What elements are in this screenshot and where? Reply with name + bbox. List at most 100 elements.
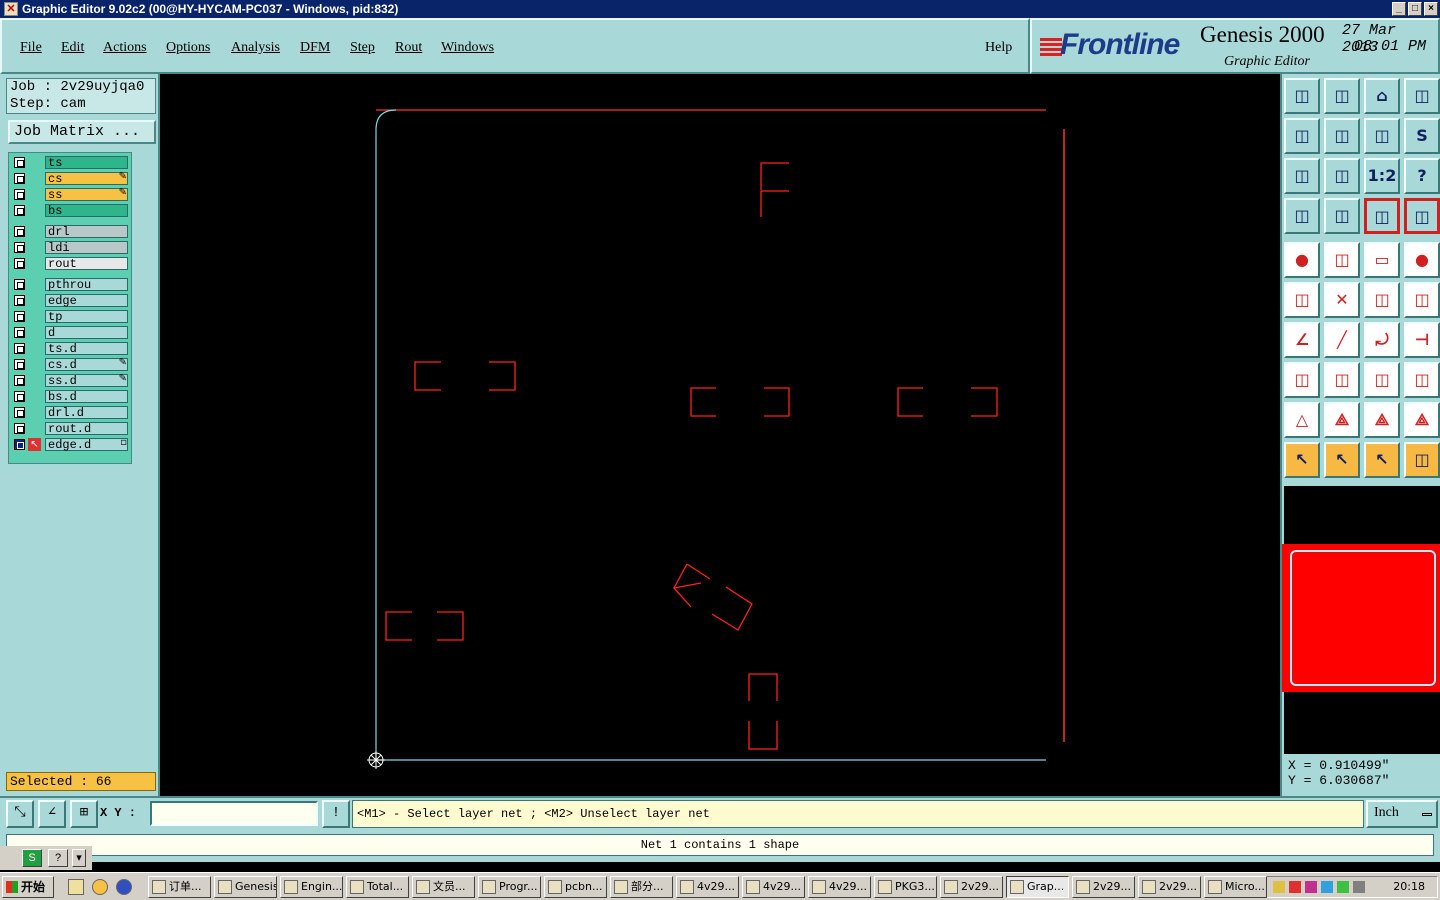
expand-icon[interactable]: ▾: [72, 849, 86, 867]
layer-checkbox[interactable]: [14, 375, 25, 386]
taskbar-item[interactable]: pcbn...: [544, 876, 607, 898]
taskbar-item[interactable]: 4v29...: [676, 876, 739, 898]
layer-checkbox[interactable]: [14, 279, 25, 290]
layer-row-bs-d[interactable]: bs.d: [11, 390, 129, 404]
triangle4-button[interactable]: ⟁: [1404, 402, 1440, 438]
taskbar-item[interactable]: Progr...: [478, 876, 541, 898]
layer-row-ss-d[interactable]: ss.d ✎: [11, 373, 129, 388]
diagonal-button[interactable]: ╱: [1324, 322, 1360, 358]
layer-row-ss[interactable]: ss ✎: [11, 187, 129, 202]
minimize-button[interactable]: _: [1392, 2, 1406, 16]
tray-triangle-icon[interactable]: [1289, 881, 1301, 893]
taskbar-item[interactable]: 文员...: [412, 876, 475, 898]
tray-pencil-icon[interactable]: [1273, 881, 1285, 893]
pointer-edit-button[interactable]: ↖: [1364, 442, 1400, 478]
taskbar-item[interactable]: Grap...: [1006, 876, 1069, 898]
layer-row-tp[interactable]: tp: [11, 310, 129, 324]
quicklaunch-browser-icon[interactable]: [116, 879, 132, 895]
menu-dfm[interactable]: DFM: [300, 40, 330, 56]
script-icon[interactable]: S: [22, 849, 42, 867]
layer-checkbox[interactable]: [14, 173, 25, 184]
pad-move-button[interactable]: ◫: [1284, 362, 1320, 398]
route-button[interactable]: ◫: [1404, 442, 1440, 478]
taskbar-item[interactable]: 部分...: [610, 876, 673, 898]
layer-checkbox[interactable]: [14, 423, 25, 434]
taskbar-item[interactable]: 4v29...: [742, 876, 805, 898]
start-button[interactable]: 开始: [2, 876, 54, 898]
layer-checkbox[interactable]: [14, 327, 25, 338]
cross-button[interactable]: ✕: [1324, 282, 1360, 318]
tray-network-icon[interactable]: [1321, 881, 1333, 893]
layer-row-rout-d[interactable]: rout.d: [11, 422, 129, 436]
layer-checkbox[interactable]: [14, 295, 25, 306]
taskbar-item[interactable]: Genesis: [214, 876, 277, 898]
taskbar-item[interactable]: Engin...: [280, 876, 343, 898]
info-icon[interactable]: !: [322, 800, 350, 828]
layer-checkbox[interactable]: [14, 407, 25, 418]
window-split-button[interactable]: ◫: [1404, 78, 1440, 114]
help-question-icon[interactable]: ?: [48, 849, 68, 867]
unit-selector[interactable]: Inch: [1366, 800, 1438, 828]
taskbar-item[interactable]: PKG3...: [874, 876, 937, 898]
pan-right-button[interactable]: ◫: [1324, 118, 1360, 154]
menu-analysis[interactable]: Analysis: [231, 40, 280, 56]
menu-rout[interactable]: Rout: [395, 40, 422, 56]
triangle2-button[interactable]: ⟁: [1324, 402, 1360, 438]
layer-row-pthrou[interactable]: pthrou: [11, 278, 129, 292]
dimension-button[interactable]: ◫: [1364, 362, 1400, 398]
connect2-button[interactable]: ◫: [1404, 282, 1440, 318]
layer-row-ts[interactable]: ts: [11, 156, 129, 170]
ruler-button[interactable]: ▭: [1364, 242, 1400, 278]
connect-button[interactable]: ◫: [1364, 282, 1400, 318]
add-line-button[interactable]: ◫: [1324, 242, 1360, 278]
angle-line-button[interactable]: ∠: [1284, 322, 1320, 358]
quicklaunch-desktop-icon[interactable]: [68, 879, 84, 895]
grid-button[interactable]: ◫: [1324, 198, 1360, 234]
layer-checkbox[interactable]: [14, 205, 25, 216]
layer-row-drl-d[interactable]: drl.d: [11, 406, 129, 420]
pan-left-button[interactable]: ◫: [1284, 118, 1320, 154]
measure-tool-button[interactable]: ◫: [1284, 198, 1320, 234]
menu-step[interactable]: Step: [350, 40, 375, 56]
layer-checkbox[interactable]: [14, 439, 25, 450]
layer-row-ts-d[interactable]: ts.d: [11, 342, 129, 356]
layer-row-ldi[interactable]: ldi: [11, 241, 129, 255]
menu-options[interactable]: Options: [166, 40, 210, 56]
grid-toggle-icon[interactable]: ⊞: [70, 800, 98, 828]
menu-edit[interactable]: Edit: [61, 40, 84, 56]
tray-sync-icon[interactable]: [1337, 881, 1349, 893]
help-button[interactable]: ?: [1404, 158, 1440, 194]
title-bar[interactable]: ✕ Graphic Editor 9.02c2 (00@HY-HYCAM-PC0…: [0, 0, 1440, 18]
graphic-canvas[interactable]: [160, 74, 1280, 796]
close-button[interactable]: ×: [1424, 2, 1438, 16]
zoom-1to1-button[interactable]: 1:2: [1364, 158, 1400, 194]
pointer-button[interactable]: ↖: [1284, 442, 1320, 478]
layer-checkbox[interactable]: [14, 343, 25, 354]
triangle-button[interactable]: △: [1284, 402, 1320, 438]
menu-file[interactable]: File: [20, 40, 42, 56]
home-button[interactable]: ⌂: [1364, 78, 1400, 114]
layer-checkbox[interactable]: [14, 391, 25, 402]
layer-row-cs[interactable]: cs ✎: [11, 171, 129, 186]
maximize-button[interactable]: □: [1408, 2, 1422, 16]
shapes-button[interactable]: ◫: [1404, 362, 1440, 398]
arc-button[interactable]: ⤾: [1364, 322, 1400, 358]
layer-down-button[interactable]: ◫: [1324, 78, 1360, 114]
layer-up-button[interactable]: ◫: [1284, 78, 1320, 114]
taskbar-item[interactable]: 2v29...: [1138, 876, 1201, 898]
snap-red2-button[interactable]: ◫: [1404, 198, 1440, 234]
zoom-fit-button[interactable]: ◫: [1284, 158, 1320, 194]
job-matrix-button[interactable]: Job Matrix ...: [8, 120, 156, 144]
layer-row-rout[interactable]: rout: [11, 257, 129, 271]
tray-x-icon[interactable]: [1305, 881, 1317, 893]
layer-checkbox[interactable]: [14, 226, 25, 237]
redraw-button[interactable]: S: [1404, 118, 1440, 154]
layer-checkbox[interactable]: [14, 359, 25, 370]
taskbar-item[interactable]: 订单...: [148, 876, 211, 898]
xy-input[interactable]: [150, 801, 318, 826]
active-layer-swatch[interactable]: [1282, 544, 1440, 692]
taskbar-item[interactable]: 2v29...: [940, 876, 1003, 898]
circle-button[interactable]: ●: [1404, 242, 1440, 278]
quicklaunch-clock-icon[interactable]: [92, 879, 108, 895]
menu-windows[interactable]: Windows: [441, 40, 494, 56]
